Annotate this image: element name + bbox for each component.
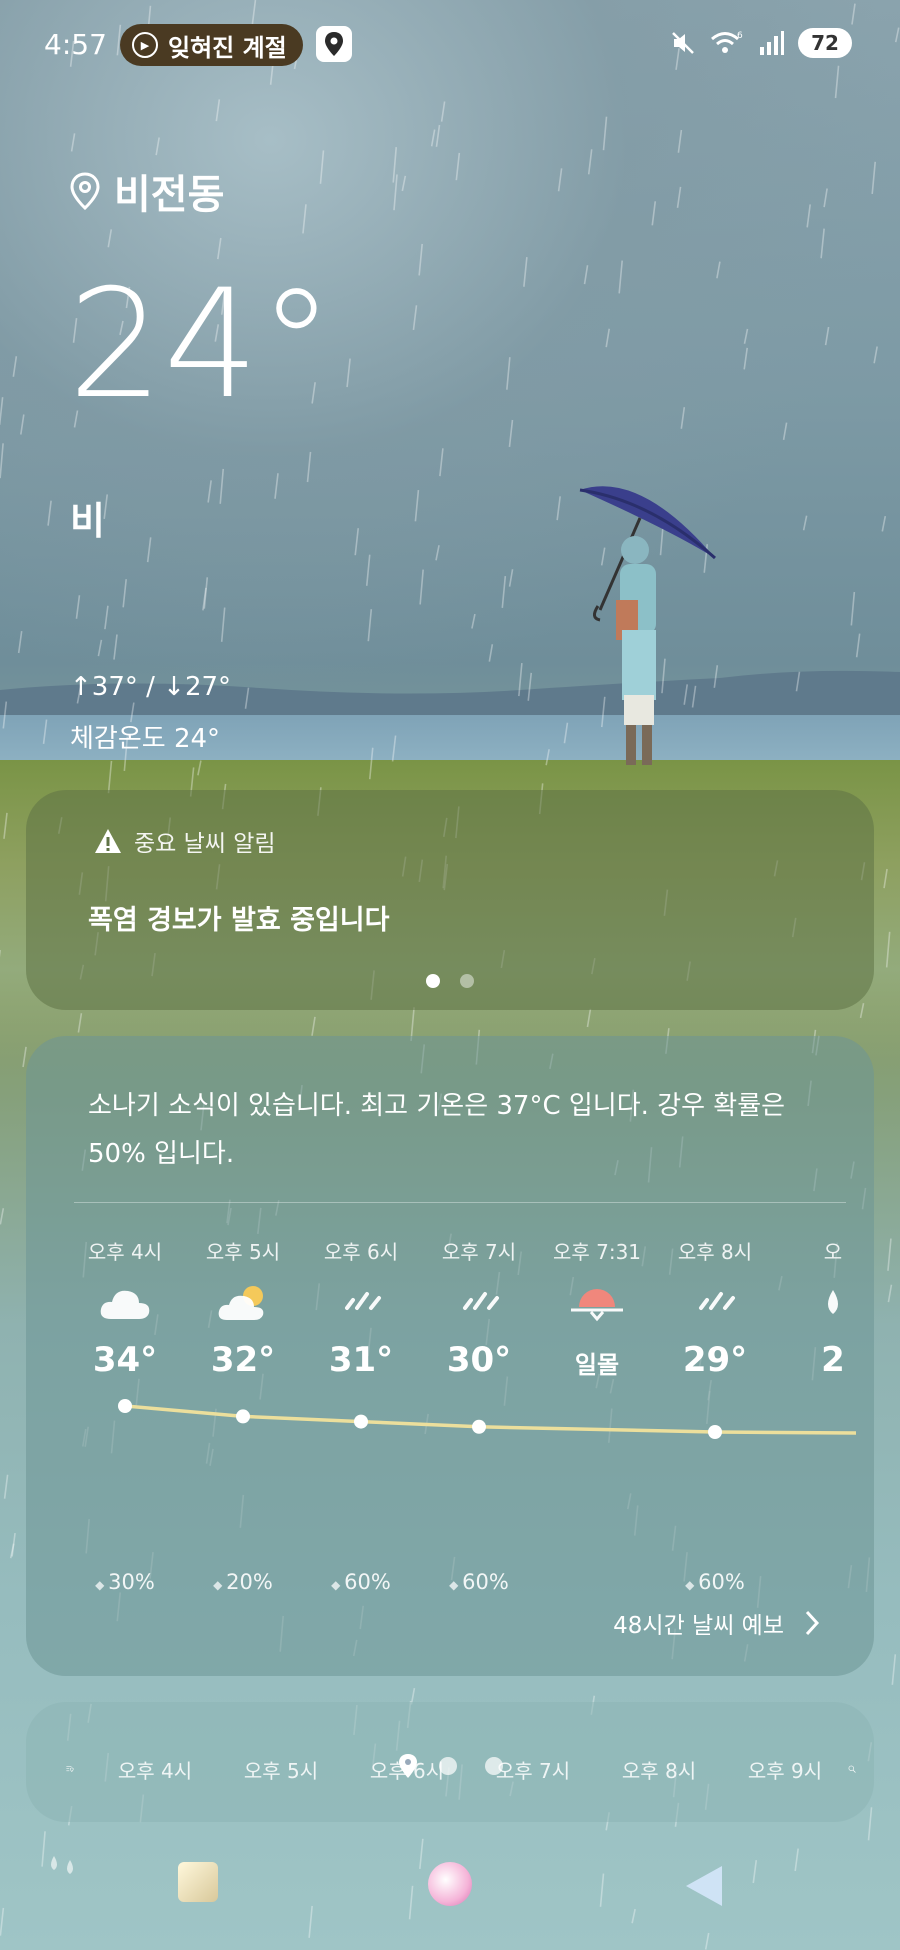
droplet-icon: ◆ [331,1578,345,1592]
hour-temperature: 31° [328,1340,394,1380]
location-name: 비전동 [114,172,225,218]
divider [74,1202,846,1203]
play-icon: ▶ [132,32,158,58]
warning-icon [95,829,121,853]
person-with-umbrella-illustration [579,486,716,765]
cloud-icon [70,1266,180,1340]
forecast-summary: 소나기 소식이 있습니다. 최고 기온은 37°C 입니다. 강우 확률은 50… [88,1091,786,1169]
media-notification-pill[interactable]: ▶ 잊혀진 계절 [120,24,303,66]
hour-column: 오2 [778,1236,856,1390]
page-dot-active [426,974,440,988]
hour-column: 오후 7시 30° [424,1236,534,1390]
navigation-bar [0,1840,900,1950]
map-strip-card[interactable]: 오후 4시 오후 5시 오후 6시 오후 7시 오후 8시 오후 9시 [26,1702,874,1822]
map-markers [399,1754,503,1778]
droplet-icon: ◆ [685,1578,699,1592]
hour-temperature: 34° [92,1340,158,1380]
hour-column: 오후 8시 29° [660,1236,770,1390]
sunset-icon [542,1266,652,1340]
hour-label: 오 [823,1240,843,1264]
location-header[interactable]: 비전동 [70,162,224,220]
map-strip-hour: 오후 9시 [747,1758,823,1783]
hourly-forecast-card: 소나기 소식이 있습니다. 최고 기온은 37°C 입니다. 강우 확률은 50… [26,1036,874,1676]
hour-temperature: 일몰 [574,1351,620,1379]
location-pin-icon [70,172,100,210]
map-strip-hour: 오후 8시 [621,1758,697,1783]
temperature-point [118,1399,132,1413]
hour-label: 오후 4시 [87,1240,163,1264]
rain-icon [306,1266,416,1340]
wifi-icon: 6 [711,31,743,53]
alert-page-indicator [426,974,474,988]
raindrop-decoration-icon [51,1856,73,1874]
precipitation-probability: ◆ 60% [331,1570,391,1594]
hourly-forecast-scroll[interactable]: 오후 4시 34° ◆ 30% 오후 5시 32° ◆ 20% 오후 6시 31° ◆ 60% 오… [56,1236,856,1616]
hour-label: 오후 7시 [441,1240,517,1264]
weather-alert-card[interactable]: 중요 날씨 알림 폭염 경보가 발효 중입니다 [26,790,874,1010]
droplet-icon: ◆ [449,1578,463,1592]
hour-temperature: 32° [210,1340,276,1380]
map-strip-hour: 오후 4시 [117,1758,193,1783]
alert-title: 중요 날씨 알림 [134,831,276,857]
rain-icon [660,1266,770,1340]
hour-label: 오후 8시 [677,1240,753,1264]
hour-temperature: 2 [821,1340,845,1380]
forecast-48h-link[interactable]: 48시간 날씨 예보 [613,1606,820,1640]
weather-condition: 비 [70,499,105,543]
hour-temperature: 30° [446,1340,512,1380]
search-icon[interactable] [848,1747,856,1791]
battery-indicator: 72 [798,28,852,58]
current-temperature: 24° [68,258,334,432]
temperature-point [708,1425,722,1439]
hour-temperature: 29° [682,1340,748,1380]
droplet-icon: ◆ [95,1578,109,1592]
hour-column: 오후 6시 31° [306,1236,416,1390]
status-icons: 6 72 [670,28,852,58]
precipitation-probability: ◆ 20% [213,1570,273,1594]
rain-icon [424,1266,534,1340]
status-bar: 4:57 ▶ 잊혀진 계절 6 72 [0,0,900,90]
nav-home-button[interactable] [428,1862,472,1906]
temperature-point [472,1419,486,1434]
map-strip-hour: 오후 5시 [243,1758,319,1783]
svg-text:6: 6 [737,31,743,41]
signal-icon [760,31,784,55]
hour-column: 오후 7:31 일몰 [542,1236,652,1390]
temperature-point [354,1414,368,1429]
location-list-icon[interactable] [66,1749,74,1789]
hour-column: 오후 5시 32° [188,1236,298,1390]
raindrop-icon [778,1266,856,1340]
nav-back-button[interactable] [682,1862,726,1910]
alert-header: 중요 날씨 알림 [94,824,276,858]
hour-column: 오후 4시 34° [70,1236,180,1390]
hour-label: 오후 5시 [205,1240,281,1264]
hour-label: 오후 6시 [323,1240,399,1264]
media-title: 잊혀진 계절 [168,33,287,62]
maps-app-icon [316,26,352,62]
droplet-icon: ◆ [213,1578,227,1592]
status-time: 4:57 [44,28,107,61]
forecast-48h-label: 48시간 날씨 예보 [613,1613,784,1639]
temperature-point [236,1409,250,1424]
precipitation-probability: ◆ 30% [95,1570,155,1594]
nav-recents-button[interactable] [178,1862,218,1902]
mute-icon [672,32,694,54]
chevron-right-icon [805,1610,820,1636]
page-dot [460,974,474,988]
feels-like-temperature: 체감온도 24° [70,724,221,754]
partly-sunny-icon [188,1266,298,1340]
precipitation-probability: ◆ 60% [449,1570,509,1594]
alert-message: 폭염 경보가 발효 중입니다 [88,905,390,936]
high-low-temperature: ↑37° / ↓27° [70,672,232,702]
temperature-curve [118,1399,856,1439]
hour-label: 오후 7:31 [552,1240,642,1264]
precipitation-probability: ◆ 60% [685,1570,745,1594]
